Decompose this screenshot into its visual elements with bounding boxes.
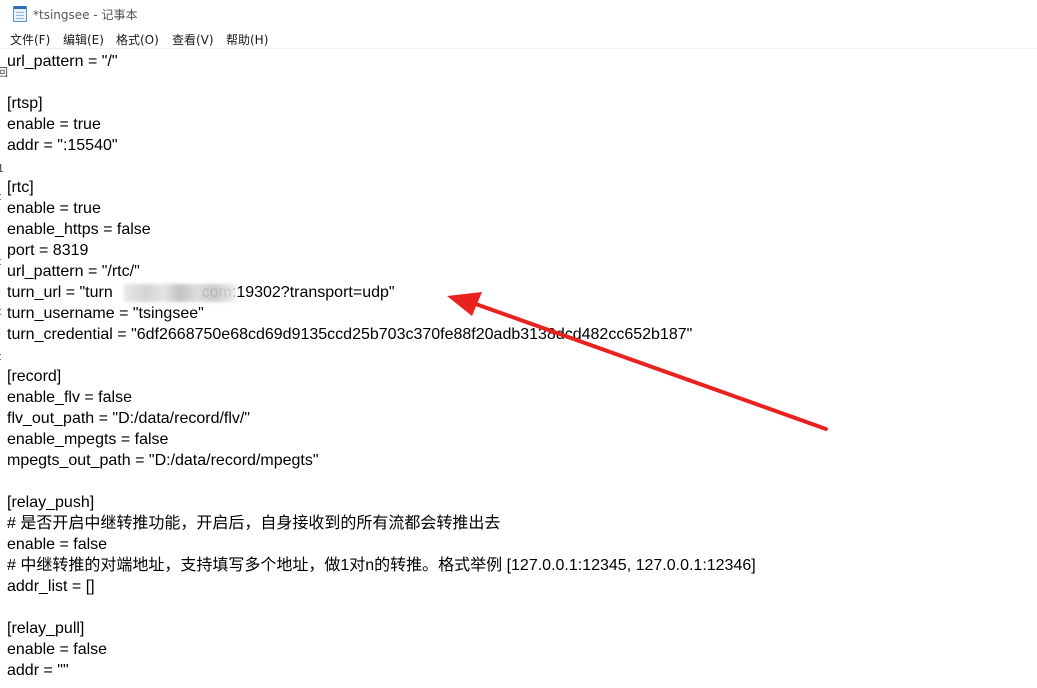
editor-line: enable = true <box>7 200 101 217</box>
editor-line: addr = "" <box>7 662 69 679</box>
editor-line: enable_flv = false <box>7 389 132 406</box>
menu-help[interactable]: 帮助(H) <box>226 31 268 48</box>
title-bar: *tsingsee - 记事本 <box>0 0 1037 28</box>
text-editor[interactable]: url_pattern = "/" [rtsp] enable = true addr… <box>0 50 1037 688</box>
editor-line: # 是否开启中继转推功能，开启后，自身接收到的所有流都会转推出去 <box>7 515 501 532</box>
editor-line: port = 8319 <box>7 242 89 259</box>
redacted-region <box>124 284 236 302</box>
editor-line: turn_username = "tsingsee" <box>7 305 204 322</box>
editor-line: turn_credential = "6df2668750e68cd69d913… <box>7 326 693 343</box>
edge-glyph: t <box>0 190 1 203</box>
editor-line: [relay_push] <box>7 494 95 511</box>
editor-line: addr_list = [] <box>7 578 95 595</box>
editor-line: enable = false <box>7 641 108 658</box>
editor-line: enable_mpegts = false <box>7 431 169 448</box>
menu-edit[interactable]: 编辑(E) <box>63 31 104 48</box>
editor-line: enable = false <box>7 536 108 553</box>
edge-glyph: 回 <box>0 66 8 79</box>
menu-file[interactable]: 文件(F) <box>10 31 50 48</box>
edge-glyph: 1 <box>0 162 4 175</box>
edge-glyph: t <box>0 305 1 318</box>
menu-bar: 文件(F) 编辑(E) 格式(O) 查看(V) 帮助(H) <box>0 28 1037 49</box>
editor-line: # 中继转推的对端地址，支持填写多个地址，做1对n的转推。格式举例 [127.0… <box>7 557 756 574</box>
editor-line: [relay_pull] <box>7 620 85 637</box>
editor-line: [rtsp] <box>7 95 43 112</box>
editor-line: addr = ":15540" <box>7 137 118 154</box>
menu-format[interactable]: 格式(O) <box>116 31 159 48</box>
notepad-icon <box>13 6 27 22</box>
menu-view[interactable]: 查看(V) <box>172 31 214 48</box>
edge-glyph: t <box>0 350 1 363</box>
editor-line: flv_out_path = "D:/data/record/flv/" <box>7 410 251 427</box>
editor-line: url_pattern = "/rtc/" <box>7 263 140 280</box>
editor-line: url_pattern = "/" <box>7 53 118 70</box>
window-title: *tsingsee - 记事本 <box>33 8 138 22</box>
editor-line: mpegts_out_path = "D:/data/record/mpegts… <box>7 452 319 469</box>
left-edge-background-window: 回i1ttttI <box>0 50 8 688</box>
editor-line: enable = true <box>7 116 101 133</box>
editor-line: [rtc] <box>7 179 34 196</box>
editor-line: enable_https = false <box>7 221 151 238</box>
edge-glyph: t <box>0 255 1 268</box>
editor-line: [record] <box>7 368 62 385</box>
